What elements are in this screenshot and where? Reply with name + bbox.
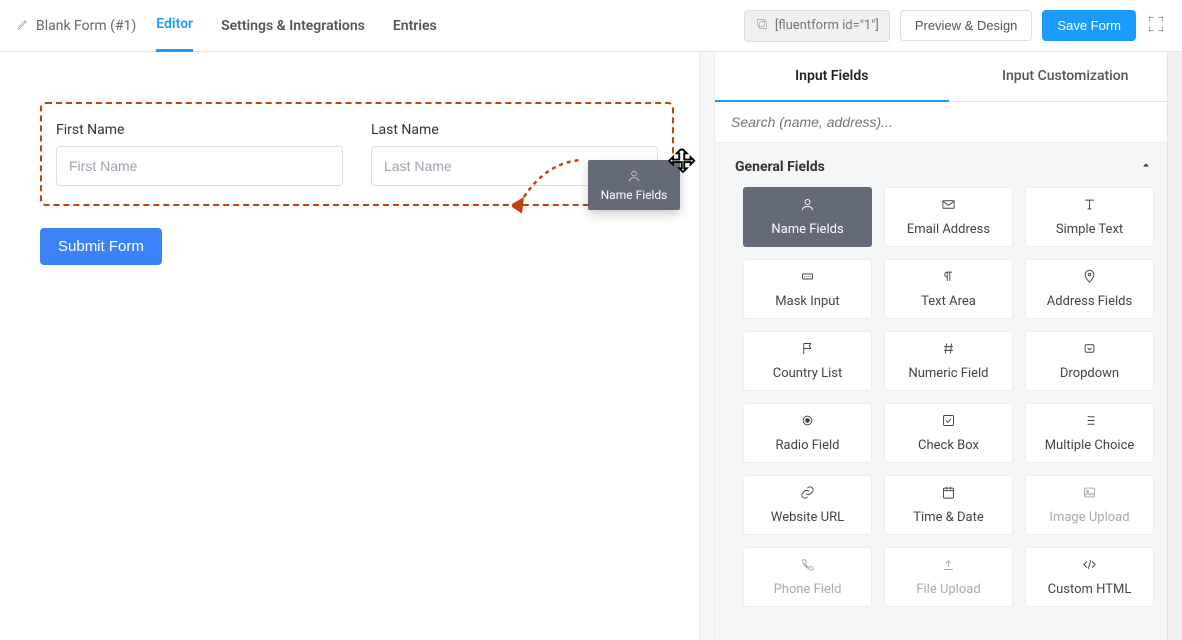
panel-tab-customization[interactable]: Input Customization bbox=[949, 52, 1182, 102]
tile-label: Simple Text bbox=[1056, 222, 1123, 237]
move-cursor-icon bbox=[668, 147, 698, 177]
radio-icon bbox=[800, 413, 815, 432]
name-field-block[interactable]: First Name Last Name bbox=[40, 102, 674, 206]
tile-label: Check Box bbox=[918, 438, 979, 453]
field-grid: Name Fields Email Address Simple Text Ma… bbox=[715, 187, 1182, 627]
person-icon bbox=[800, 197, 815, 216]
section-general-fields[interactable]: General Fields bbox=[715, 143, 1182, 187]
top-actions: [fluentform id="1"] Preview & Design Sav… bbox=[744, 10, 1166, 42]
first-name-input[interactable] bbox=[56, 146, 343, 186]
panel-scrollbar[interactable] bbox=[1167, 52, 1182, 640]
tile-label: Name Fields bbox=[771, 222, 843, 237]
keyboard-icon bbox=[800, 269, 815, 288]
field-tile-image-upload[interactable]: Image Upload bbox=[1025, 475, 1154, 535]
tile-label: Custom HTML bbox=[1048, 582, 1132, 597]
field-tile-numeric[interactable]: Numeric Field bbox=[884, 331, 1013, 391]
panel-tab-input-fields[interactable]: Input Fields bbox=[715, 52, 949, 102]
link-icon bbox=[800, 485, 815, 504]
field-tile-textarea[interactable]: Text Area bbox=[884, 259, 1013, 319]
nav-tabs: Editor Settings & Integrations Entries bbox=[156, 0, 436, 52]
field-tile-address[interactable]: Address Fields bbox=[1025, 259, 1154, 319]
field-tile-dropdown[interactable]: Dropdown bbox=[1025, 331, 1154, 391]
code-icon bbox=[1082, 557, 1097, 576]
form-title-text: Blank Form (#1) bbox=[36, 18, 136, 34]
list-icon bbox=[1082, 413, 1097, 432]
copy-icon bbox=[755, 17, 769, 35]
field-tile-radio[interactable]: Radio Field bbox=[743, 403, 872, 463]
main: First Name Last Name Submit Form bbox=[0, 52, 1182, 640]
form-title[interactable]: Blank Form (#1) bbox=[16, 17, 136, 35]
first-name-label: First Name bbox=[56, 122, 343, 138]
text-icon bbox=[1082, 197, 1097, 216]
flag-icon bbox=[800, 341, 815, 360]
form-canvas[interactable]: First Name Last Name Submit Form bbox=[0, 52, 714, 640]
tile-label: Numeric Field bbox=[908, 366, 988, 381]
calendar-icon bbox=[941, 485, 956, 504]
image-icon bbox=[1082, 485, 1097, 504]
tile-label: Phone Field bbox=[774, 582, 842, 597]
field-tile-mask[interactable]: Mask Input bbox=[743, 259, 872, 319]
section-title: General Fields bbox=[735, 159, 825, 175]
top-bar: Blank Form (#1) Editor Settings & Integr… bbox=[0, 0, 1182, 52]
tile-label: Time & Date bbox=[913, 510, 984, 525]
tab-editor[interactable]: Editor bbox=[156, 0, 193, 52]
panel-tabs: Input Fields Input Customization bbox=[715, 52, 1182, 102]
pin-icon bbox=[1082, 269, 1097, 288]
submit-button[interactable]: Submit Form bbox=[40, 228, 162, 265]
shortcode-text: [fluentform id="1"] bbox=[775, 18, 879, 33]
person-icon bbox=[627, 169, 641, 186]
tab-settings[interactable]: Settings & Integrations bbox=[221, 0, 365, 52]
tile-label: Text Area bbox=[921, 294, 976, 309]
tile-label: Mask Input bbox=[775, 294, 839, 309]
chevron-up-icon bbox=[1140, 159, 1152, 175]
paragraph-icon bbox=[941, 269, 956, 288]
field-tile-datetime[interactable]: Time & Date bbox=[884, 475, 1013, 535]
tile-label: Dropdown bbox=[1060, 366, 1119, 381]
field-tile-custom-html[interactable]: Custom HTML bbox=[1025, 547, 1154, 607]
canvas-scrollbar[interactable] bbox=[699, 52, 714, 640]
check-icon bbox=[941, 413, 956, 432]
tile-label: Radio Field bbox=[776, 438, 840, 453]
pencil-icon bbox=[16, 17, 30, 35]
field-tile-simple-text[interactable]: Simple Text bbox=[1025, 187, 1154, 247]
field-search-input[interactable] bbox=[715, 102, 1182, 142]
fullscreen-icon[interactable] bbox=[1146, 14, 1166, 38]
tile-label: Address Fields bbox=[1047, 294, 1132, 309]
field-tile-email[interactable]: Email Address bbox=[884, 187, 1013, 247]
tab-entries[interactable]: Entries bbox=[393, 0, 437, 52]
tile-label: Country List bbox=[773, 366, 843, 381]
mail-icon bbox=[941, 197, 956, 216]
drag-ghost-label: Name Fields bbox=[601, 188, 668, 202]
last-name-label: Last Name bbox=[371, 122, 658, 138]
field-tile-multiple-choice[interactable]: Multiple Choice bbox=[1025, 403, 1154, 463]
tile-label: Multiple Choice bbox=[1045, 438, 1135, 453]
field-search-row bbox=[715, 102, 1182, 143]
side-panel: Input Fields Input Customization General… bbox=[714, 52, 1182, 640]
field-tile-checkbox[interactable]: Check Box bbox=[884, 403, 1013, 463]
field-tile-url[interactable]: Website URL bbox=[743, 475, 872, 535]
tile-label: Website URL bbox=[771, 510, 844, 525]
field-tile-file-upload[interactable]: File Upload bbox=[884, 547, 1013, 607]
tile-label: Image Upload bbox=[1049, 510, 1129, 525]
tile-label: File Upload bbox=[916, 582, 980, 597]
field-tile-country[interactable]: Country List bbox=[743, 331, 872, 391]
preview-button[interactable]: Preview & Design bbox=[900, 10, 1033, 41]
hash-icon bbox=[941, 341, 956, 360]
field-tile-phone[interactable]: Phone Field bbox=[743, 547, 872, 607]
phone-icon bbox=[800, 557, 815, 576]
drag-ghost-name-fields: Name Fields bbox=[588, 160, 680, 210]
dropdown-icon bbox=[1082, 341, 1097, 360]
tile-label: Email Address bbox=[907, 222, 990, 237]
field-tile-name[interactable]: Name Fields bbox=[743, 187, 872, 247]
shortcode-box[interactable]: [fluentform id="1"] bbox=[744, 10, 890, 42]
save-button[interactable]: Save Form bbox=[1042, 10, 1136, 41]
upload-icon bbox=[941, 557, 956, 576]
